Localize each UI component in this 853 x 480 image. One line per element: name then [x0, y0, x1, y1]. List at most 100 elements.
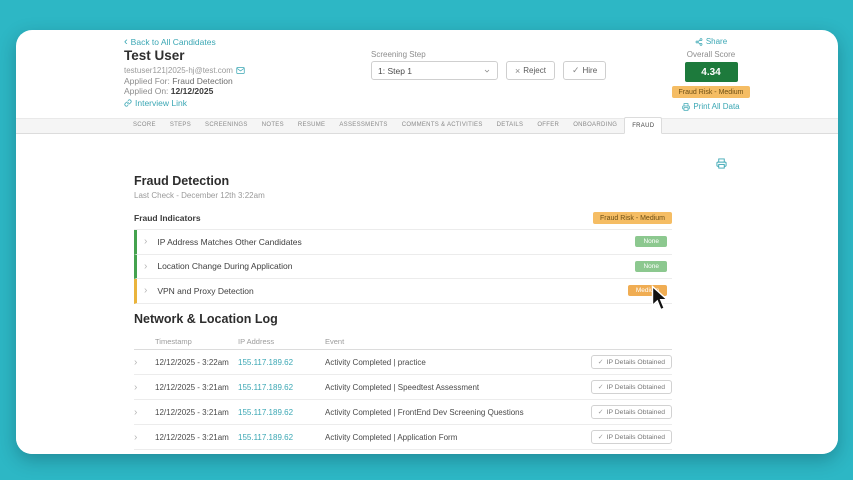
log-timestamp: 12/12/2025 - 3:21am — [155, 383, 238, 392]
reject-button-label: Reject — [523, 66, 546, 75]
indicator-row-location-change[interactable]: › Location Change During Application Non… — [134, 255, 672, 280]
check-icon: ✓ — [598, 358, 604, 366]
fraud-risk-badge: Fraud Risk - Medium — [672, 86, 751, 98]
indicator-row-ip-match[interactable]: › IP Address Matches Other Candidates No… — [134, 230, 672, 255]
share-link-label: Share — [706, 37, 727, 46]
back-to-candidates-link[interactable]: ‹ Back to All Candidates — [124, 37, 216, 47]
log-timestamp: 12/12/2025 - 3:21am — [155, 408, 238, 417]
log-row-2[interactable]: › 12/12/2025 - 3:21am 155.117.189.62 Act… — [134, 375, 672, 400]
ip-details-label: IP Details Obtained — [607, 384, 665, 391]
applied-for-row: Applied For: Fraud Detection — [124, 76, 233, 86]
column-timestamp: Timestamp — [155, 337, 238, 346]
chevron-right-icon: › — [144, 236, 147, 247]
link-icon — [124, 99, 132, 107]
indicator-status-badge: Medium — [628, 285, 667, 296]
hire-button[interactable]: ✓ Hire — [563, 61, 606, 80]
chevron-right-icon: › — [134, 407, 155, 418]
screening-controls: 1: Step 1 × Reject ✓ Hire — [371, 61, 606, 80]
tab-bar: SCORE STEPS SCREENINGS NOTES RESUME ASSE… — [16, 118, 838, 134]
applied-on-row: Applied On: 12/12/2025 — [124, 86, 213, 96]
chevron-right-icon: › — [134, 432, 155, 443]
overall-score-value: 4.34 — [685, 62, 738, 82]
chevron-right-icon: › — [144, 285, 147, 296]
log-timestamp: 12/12/2025 - 3:22am — [155, 358, 238, 367]
score-panel: Share Overall Score 4.34 Fraud Risk - Me… — [666, 37, 756, 111]
column-ip-address: IP Address — [238, 337, 325, 346]
tab-comments-activities[interactable]: COMMENTS & ACTIVITIES — [395, 118, 490, 133]
tab-score[interactable]: SCORE — [126, 118, 163, 133]
tab-onboarding[interactable]: ONBOARDING — [566, 118, 624, 133]
tab-notes[interactable]: NOTES — [255, 118, 291, 133]
log-ip-link[interactable]: 155.117.189.62 — [238, 358, 325, 367]
ip-details-button[interactable]: ✓ IP Details Obtained — [591, 380, 672, 394]
network-log-title: Network & Location Log — [134, 312, 672, 326]
candidate-email-row: testuser121|2025-hj@test.com — [124, 66, 245, 75]
screen: { "colors": { "background": "#2db7c5", "… — [0, 0, 853, 480]
printer-icon — [716, 158, 727, 169]
log-ip-link[interactable]: 155.117.189.62 — [238, 408, 325, 417]
share-link[interactable]: Share — [695, 37, 727, 46]
hire-button-label: Hire — [583, 66, 598, 75]
tab-assessments[interactable]: ASSESSMENTS — [332, 118, 394, 133]
indicator-status-badge: None — [635, 236, 667, 247]
interview-link[interactable]: Interview Link — [124, 98, 187, 108]
interview-link-label: Interview Link — [135, 98, 187, 108]
ip-details-button[interactable]: ✓ IP Details Obtained — [591, 355, 672, 369]
screening-step-select[interactable]: 1: Step 1 — [371, 61, 498, 80]
hire-check-icon: ✓ — [572, 65, 580, 76]
log-ip-link[interactable]: 155.117.189.62 — [238, 433, 325, 442]
indicator-label: VPN and Proxy Detection — [157, 286, 628, 296]
tab-fraud[interactable]: FRAUD — [624, 117, 662, 134]
back-link-label: Back to All Candidates — [131, 37, 216, 47]
fraud-indicators-header: Fraud Indicators Fraud Risk - Medium — [134, 212, 672, 224]
print-all-data-link[interactable]: Print All Data — [682, 102, 739, 111]
overall-score-label: Overall Score — [687, 50, 735, 59]
chevron-right-icon: › — [144, 261, 147, 272]
fraud-indicators-label: Fraud Indicators — [134, 213, 201, 223]
print-link-label: Print All Data — [693, 102, 739, 111]
log-event: Activity Completed | Speedtest Assessmen… — [325, 383, 584, 392]
reject-button[interactable]: × Reject — [506, 61, 555, 80]
envelope-icon[interactable] — [236, 66, 245, 75]
tab-offer[interactable]: OFFER — [530, 118, 566, 133]
ip-details-button[interactable]: ✓ IP Details Obtained — [591, 405, 672, 419]
log-row-3[interactable]: › 12/12/2025 - 3:21am 155.117.189.62 Act… — [134, 400, 672, 425]
log-ip-link[interactable]: 155.117.189.62 — [238, 383, 325, 392]
screening-step-label: Screening Step — [371, 50, 426, 59]
applied-for-label: Applied For: — [124, 76, 170, 86]
check-icon: ✓ — [598, 433, 604, 441]
indicator-row-vpn-proxy[interactable]: › VPN and Proxy Detection Medium — [134, 279, 672, 304]
candidate-email: testuser121|2025-hj@test.com — [124, 66, 233, 75]
reject-x-icon: × — [515, 66, 520, 76]
log-timestamp: 12/12/2025 - 3:21am — [155, 433, 238, 442]
tab-resume[interactable]: RESUME — [291, 118, 332, 133]
log-row-1[interactable]: › 12/12/2025 - 3:22am 155.117.189.62 Act… — [134, 350, 672, 375]
fraud-indicator-list: › IP Address Matches Other Candidates No… — [134, 229, 672, 304]
log-event: Activity Completed | practice — [325, 358, 584, 367]
applied-on-value: 12/12/2025 — [171, 86, 214, 96]
ip-details-button[interactable]: ✓ IP Details Obtained — [591, 430, 672, 444]
network-location-log-section: Network & Location Log Timestamp IP Addr… — [134, 312, 672, 450]
ip-details-label: IP Details Obtained — [607, 434, 665, 441]
printer-icon — [682, 103, 690, 111]
log-row-4[interactable]: › 12/12/2025 - 3:21am 155.117.189.62 Act… — [134, 425, 672, 450]
share-icon — [695, 38, 703, 46]
network-log-header-row: Timestamp IP Address Event — [134, 337, 672, 350]
chevron-down-icon — [483, 67, 491, 75]
column-event: Event — [325, 337, 584, 346]
fraud-section-title: Fraud Detection — [134, 174, 672, 188]
candidate-profile-card: ‹ Back to All Candidates Test User testu… — [16, 30, 838, 454]
indicator-label: IP Address Matches Other Candidates — [157, 237, 635, 247]
tab-screenings[interactable]: SCREENINGS — [198, 118, 255, 133]
fraud-tab-content: Fraud Detection Last Check - December 12… — [16, 134, 838, 454]
check-icon: ✓ — [598, 383, 604, 391]
fraud-last-check: Last Check - December 12th 3:22am — [134, 191, 672, 200]
indicator-label: Location Change During Application — [157, 261, 635, 271]
back-arrow-icon: ‹ — [124, 38, 128, 46]
tab-steps[interactable]: STEPS — [163, 118, 198, 133]
ip-details-label: IP Details Obtained — [607, 409, 665, 416]
indicator-status-badge: None — [635, 261, 667, 272]
tab-details[interactable]: DETAILS — [490, 118, 531, 133]
ip-details-label: IP Details Obtained — [607, 359, 665, 366]
print-section-button[interactable] — [716, 156, 727, 174]
